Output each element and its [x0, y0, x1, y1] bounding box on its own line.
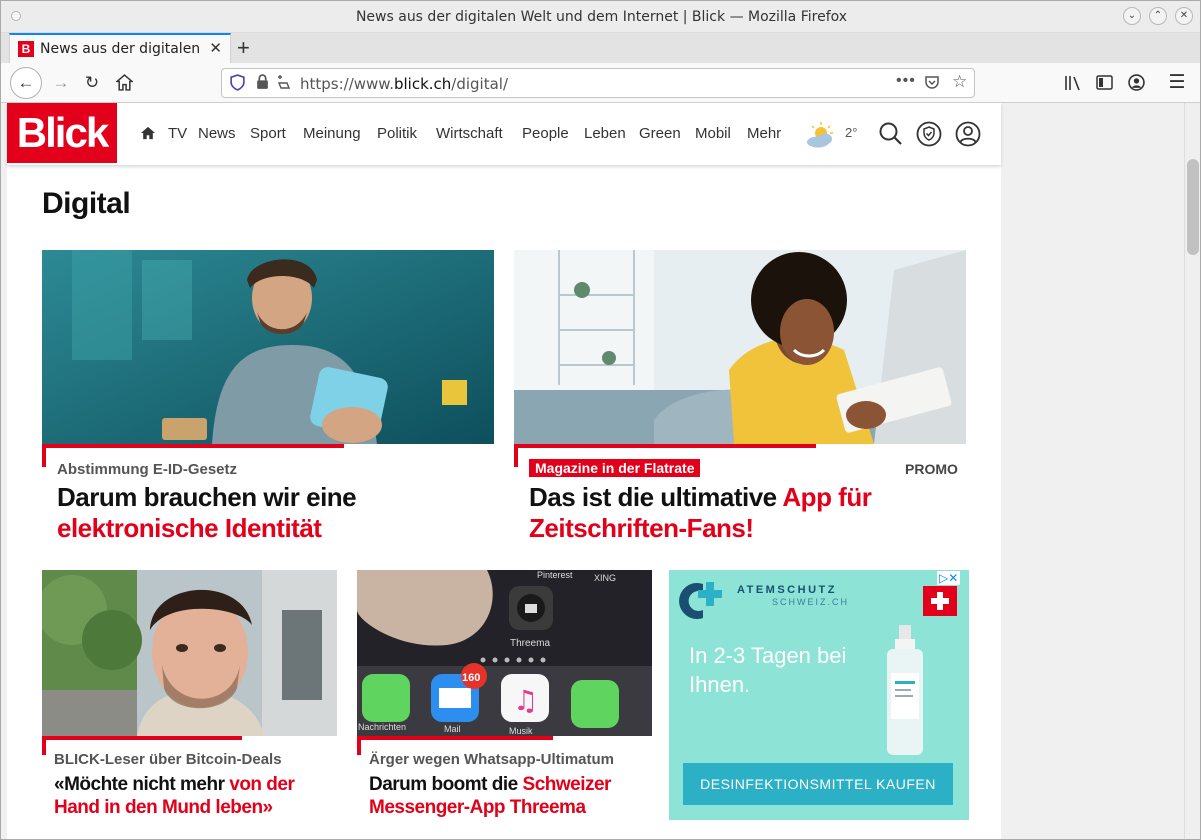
teaser-red-bar [42, 444, 344, 448]
blick-page: Blick TV News Sport Meinung Politik Wirt… [7, 103, 1001, 839]
nav-mobil[interactable]: Mobil [695, 125, 731, 142]
nav-wirtschaft[interactable]: Wirtschaft [436, 125, 503, 142]
minimize-button[interactable]: ⌄ [1123, 7, 1141, 25]
teaser-headline[interactable]: «Möchte nicht mehr von der Hand in den M… [54, 774, 334, 820]
permissions-icon[interactable] [276, 74, 292, 93]
nav-leben[interactable]: Leben [584, 125, 626, 142]
ad-cta-button[interactable]: DESINFEKTIONSMITTEL KAUFEN [683, 763, 953, 805]
nav-politik[interactable]: Politik [377, 125, 417, 142]
user-account-icon[interactable] [955, 121, 981, 147]
scrollbar-thumb[interactable] [1187, 159, 1199, 255]
page-title: Digital [42, 187, 131, 220]
ad-brand-sub: SCHWEIZ.CH [772, 597, 849, 607]
swiss-flag-icon [923, 586, 957, 616]
phone-label-pinterest: Pinterest [537, 570, 573, 580]
temperature: 2° [845, 125, 858, 140]
teaser-headline[interactable]: Darum boomt die Schweizer Messenger-App … [369, 774, 649, 820]
teaser-red-edge [42, 736, 46, 755]
search-icon[interactable] [878, 121, 904, 147]
page-actions-icon[interactable]: ••• [896, 72, 916, 90]
pocket-icon[interactable] [924, 74, 940, 93]
teaser-image-young-man[interactable] [42, 570, 337, 736]
promo-label: PROMO [905, 461, 958, 477]
account-icon[interactable] [1124, 71, 1148, 95]
hamburger-menu-icon[interactable]: ☰ [1165, 71, 1189, 95]
nav-green[interactable]: Green [639, 125, 681, 142]
site-header: Blick TV News Sport Meinung Politik Wirt… [7, 103, 1001, 165]
bookmark-star-icon[interactable]: ☆ [952, 72, 967, 92]
reload-button[interactable]: ↻ [80, 71, 104, 95]
spray-bottle-image [887, 625, 923, 755]
tab-title: News aus der digitalen Welt und dem Inte… [40, 41, 205, 57]
url-bar[interactable]: https://www.blick.ch/digital/ ••• ☆ [221, 68, 975, 98]
close-tab-icon[interactable]: ✕ [209, 39, 222, 57]
nav-sport[interactable]: Sport [250, 125, 286, 142]
phone-label-musik: Musik [509, 726, 533, 736]
blick-logo[interactable]: Blick [7, 103, 117, 163]
forward-button[interactable]: → [49, 71, 73, 95]
advertisement-banner[interactable]: ATEMSCHUTZ SCHWEIZ.CH In 2-3 Tagen bei I… [669, 570, 969, 820]
ad-brand: ATEMSCHUTZ [737, 584, 837, 596]
teaser-image-woman-tablet[interactable] [514, 250, 966, 444]
teaser-image-man-smartphone[interactable] [42, 250, 494, 444]
tab-active[interactable]: B News aus der digitalen Welt und dem In… [9, 33, 231, 63]
title-bar: News aus der digitalen Welt und dem Inte… [1, 1, 1200, 33]
page-scrollbar[interactable] [1184, 103, 1200, 839]
ad-choices-icon[interactable]: ▷✕ [937, 571, 961, 585]
atemschutz-logo-icon [679, 582, 722, 619]
nav-tv[interactable]: TV [168, 125, 187, 142]
maximize-button[interactable]: ⌃ [1149, 7, 1167, 25]
promo-badge: Magazine in der Flatrate [529, 459, 701, 477]
teaser-headline[interactable]: Darum brauchen wir eine elektronische Id… [57, 482, 487, 544]
ad-tagline: In 2-3 Tagen bei Ihnen. [689, 643, 847, 697]
teaser-red-edge [514, 444, 518, 467]
sidebar-icon[interactable] [1092, 71, 1116, 95]
blick-favicon-icon: B [18, 41, 34, 57]
web-content: Blick TV News Sport Meinung Politik Wirt… [1, 103, 1184, 839]
teaser-magazine-app[interactable]: Magazine in der Flatrate PROMO Das ist d… [514, 250, 966, 550]
close-window-button[interactable]: ✕ [1175, 7, 1193, 25]
teaser-red-edge [42, 444, 46, 467]
teaser-headline[interactable]: Das ist die ultimative App für Zeitschri… [529, 482, 959, 544]
svg-text:♫: ♫ [513, 684, 538, 717]
url-text[interactable]: https://www.blick.ch/digital/ [300, 75, 508, 93]
nav-people[interactable]: People [522, 125, 569, 142]
firefox-window: News aus der digitalen Welt und dem Inte… [0, 0, 1201, 840]
window-title: News aus der digitalen Welt und dem Inte… [355, 9, 848, 25]
shield-check-icon[interactable] [916, 121, 942, 147]
phone-label-nachrichten: Nachrichten [358, 722, 406, 732]
home-nav-icon[interactable] [141, 126, 155, 145]
teaser-threema[interactable]: Pinterest XING Threema 160 ♫ Nachrichten… [357, 570, 652, 830]
teaser-kicker[interactable]: Ärger wegen Whatsapp-Ultimatum [369, 751, 614, 768]
teaser-kicker[interactable]: Abstimmung E-ID-Gesetz [57, 461, 237, 478]
nav-mehr[interactable]: Mehr [747, 125, 781, 142]
tracking-protection-icon[interactable] [230, 74, 245, 94]
nav-news[interactable]: News [198, 125, 236, 142]
teaser-bitcoin[interactable]: BLICK-Leser über Bitcoin-Deals «Möchte n… [42, 570, 337, 830]
lock-icon[interactable] [256, 74, 269, 93]
teaser-e-id[interactable]: Abstimmung E-ID-Gesetz Darum brauchen wi… [42, 250, 494, 550]
teaser-red-bar [357, 736, 553, 740]
teaser-kicker[interactable]: BLICK-Leser über Bitcoin-Deals [54, 751, 282, 768]
library-icon[interactable] [1061, 71, 1085, 95]
back-button[interactable]: ← [10, 67, 42, 99]
phone-label-xing: XING [594, 573, 616, 583]
teaser-red-edge [357, 736, 361, 755]
teaser-red-bar [514, 444, 816, 448]
mail-badge-count: 160 [462, 672, 480, 684]
home-icon [114, 74, 134, 91]
new-tab-icon[interactable]: + [237, 35, 250, 61]
teaser-red-bar [42, 736, 242, 740]
phone-label-threema: Threema [510, 638, 550, 649]
weather-cloud-sun-icon[interactable] [804, 121, 838, 149]
tab-strip: B News aus der digitalen Welt und dem In… [1, 33, 1200, 63]
phone-label-mail: Mail [444, 724, 461, 734]
navigation-toolbar: ← → ↻ https://www.blick.ch/digital/ ••• … [1, 63, 1200, 103]
teaser-image-phone-screen[interactable]: Pinterest XING Threema 160 ♫ Nachrichten… [357, 570, 652, 736]
nav-meinung[interactable]: Meinung [303, 125, 361, 142]
home-button[interactable] [112, 71, 136, 95]
